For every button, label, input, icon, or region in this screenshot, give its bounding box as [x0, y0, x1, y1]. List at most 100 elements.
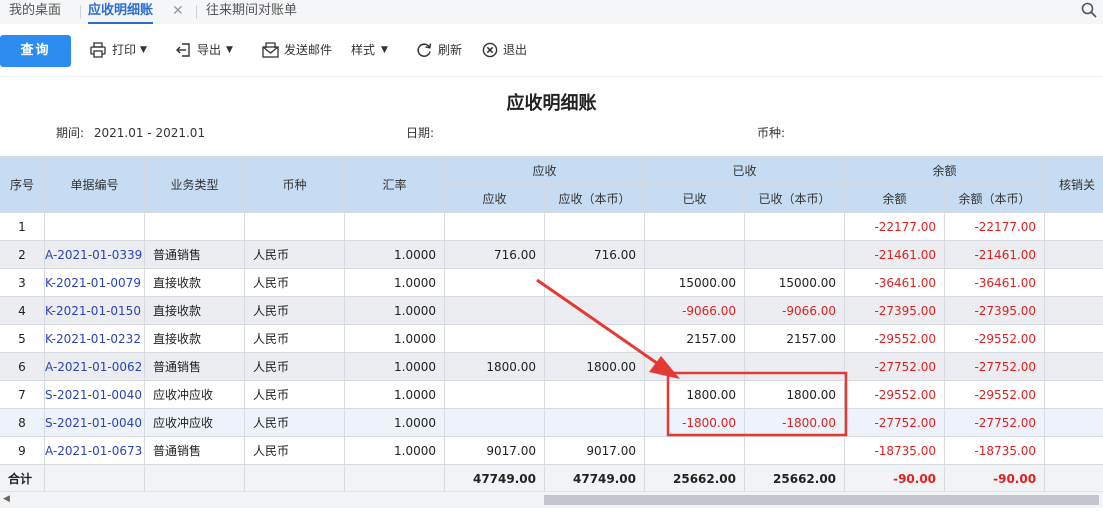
table-row[interactable]: 5 K-2021-01-0232 直接收款 人民币 1.0000 2157.00 2157.…	[0, 324, 1103, 353]
horizontal-scrollbar[interactable]: ◀	[0, 491, 1103, 508]
table-cell	[344, 464, 445, 493]
currency: 人民币	[244, 240, 345, 269]
doc-number-link[interactable]: K-2021-01-0150	[44, 296, 145, 325]
doc-number-link[interactable]: A-2021-01-0062	[44, 352, 145, 381]
table-row[interactable]: 2 A-2021-01-0339 普通销售 人民币 1.0000 716.00 716.00…	[0, 240, 1103, 269]
received	[644, 436, 746, 465]
receivable-local: 716.00	[543, 240, 646, 269]
total-label: 合计	[0, 464, 45, 493]
send-email-button[interactable]: 发送邮件	[262, 35, 337, 65]
biz-type: 直接收款	[144, 268, 245, 297]
table-row[interactable]: 3 K-2021-01-0079 直接收款 人民币 1.0000 15000.00 1500…	[0, 268, 1103, 297]
email-icon	[262, 42, 279, 58]
scrollbar-thumb[interactable]	[544, 495, 1099, 505]
receivable	[444, 380, 545, 409]
column-header-writeoff[interactable]: 核销关	[1044, 156, 1103, 213]
row-seq: 2	[0, 240, 45, 269]
tab-receivable-ledger[interactable]: 应收明细账	[88, 0, 154, 24]
query-button[interactable]: 查询	[0, 35, 71, 67]
balance-local: -18735.00	[944, 436, 1046, 465]
period-label: 期间:	[56, 126, 85, 140]
table-row[interactable]: 9 A-2021-01-0673 普通销售 人民币 1.0000 9017.00 9017.…	[0, 436, 1103, 465]
received-local	[744, 212, 846, 241]
date-label: 日期:	[406, 126, 435, 140]
balance-local: -27395.00	[944, 296, 1046, 325]
total-balance-local: -90.00	[944, 464, 1046, 493]
total-receivable: 47749.00	[444, 464, 545, 493]
table-cell	[44, 464, 145, 493]
table-cell	[1044, 380, 1103, 409]
column-header-received[interactable]: 已收	[644, 184, 746, 213]
style-dropdown[interactable]: 样式 ▼	[351, 35, 393, 65]
received-local: 1800.00	[744, 380, 846, 409]
balance-local: -29552.00	[944, 324, 1046, 353]
column-header-rate[interactable]: 汇率	[344, 156, 445, 213]
balance: -22177.00	[844, 212, 946, 241]
received-local	[744, 436, 846, 465]
tab-separator	[196, 5, 197, 19]
column-header-receivable-local[interactable]: 应收（本币）	[543, 184, 646, 213]
scroll-left-icon[interactable]: ◀	[3, 494, 10, 504]
table-row[interactable]: 4 K-2021-01-0150 直接收款 人民币 1.0000 -9066.00 -906…	[0, 296, 1103, 325]
toolbar: 查询 打印 ▼ 导出 ▼ 发送邮件 样式 ▼ 刷新 退出	[0, 24, 1103, 77]
print-button[interactable]: 打印 ▼	[90, 35, 150, 65]
receivable	[444, 212, 545, 241]
table-cell	[1044, 240, 1103, 269]
column-header-receivable[interactable]: 应收	[444, 184, 545, 213]
receivable-local	[543, 408, 646, 437]
refresh-button[interactable]: 刷新	[416, 35, 466, 65]
total-row: 合计 47749.00 47749.00 25662.00 25662.00 -…	[0, 464, 1103, 493]
receivable-local	[543, 380, 646, 409]
column-header-balance-local[interactable]: 余额（本币）	[944, 184, 1046, 213]
doc-number-link[interactable]: K-2021-01-0232	[44, 324, 145, 353]
receivable	[444, 268, 545, 297]
table-cell	[1044, 296, 1103, 325]
search-icon[interactable]	[1081, 2, 1097, 18]
table-cell	[1044, 324, 1103, 353]
exit-button[interactable]: 退出	[482, 35, 530, 65]
close-icon[interactable]: ✕	[172, 0, 184, 22]
total-received-local: 25662.00	[744, 464, 846, 493]
column-header-received-local[interactable]: 已收（本币）	[744, 184, 846, 213]
tab-period-statement[interactable]: 往来期间对账单	[206, 0, 297, 24]
table-cell	[1044, 408, 1103, 437]
column-header-biz-type[interactable]: 业务类型	[144, 156, 245, 213]
column-header-balance[interactable]: 余额	[844, 184, 946, 213]
total-receivable-local: 47749.00	[543, 464, 646, 493]
currency: 人民币	[244, 380, 345, 409]
received-local	[744, 240, 846, 269]
rate: 1.0000	[344, 240, 445, 269]
doc-number-link[interactable]: S-2021-01-0040	[44, 408, 145, 437]
doc-number-link[interactable]: A-2021-01-0673	[44, 436, 145, 465]
rate: 1.0000	[344, 324, 445, 353]
column-header-seq[interactable]: 序号	[0, 156, 45, 213]
column-header-currency[interactable]: 币种	[244, 156, 345, 213]
balance-local: -21461.00	[944, 240, 1046, 269]
receivable: 716.00	[444, 240, 545, 269]
table-body: 1 -22177.00 -22177.00 2 A-2021-01-0339 普通销售 人民…	[0, 212, 1103, 465]
doc-number-link[interactable]: A-2021-01-0339	[44, 240, 145, 269]
received	[644, 212, 746, 241]
balance: -36461.00	[844, 268, 946, 297]
table-row[interactable]: 6 A-2021-01-0062 普通销售 人民币 1.0000 1800.00 1800.…	[0, 352, 1103, 381]
currency: 人民币	[244, 352, 345, 381]
table-row[interactable]: 1 -22177.00 -22177.00	[0, 212, 1103, 241]
doc-number-link[interactable]: K-2021-01-0079	[44, 268, 145, 297]
table-row[interactable]: 8 S-2021-01-0040 应收冲应收 人民币 1.0000 -1800.00 -18…	[0, 408, 1103, 437]
table-cell	[1044, 436, 1103, 465]
export-button[interactable]: 导出 ▼	[176, 35, 238, 65]
tab-separator	[80, 5, 81, 19]
biz-type: 直接收款	[144, 296, 245, 325]
ledger-table: 序号 单据编号 业务类型 币种 汇率 应收 已收 余额 核销关 应收 应收（本币…	[0, 156, 1103, 493]
currency: 人民币	[244, 268, 345, 297]
style-label: 样式	[351, 43, 376, 57]
table-row[interactable]: 7 S-2021-01-0040 应收冲应收 人民币 1.0000 1800.00 1800…	[0, 380, 1103, 409]
column-group-balance: 余额	[844, 156, 1046, 185]
column-header-doc-no[interactable]: 单据编号	[44, 156, 145, 213]
biz-type: 直接收款	[144, 324, 245, 353]
received: -1800.00	[644, 408, 746, 437]
tab-my-desktop[interactable]: 我的桌面	[9, 0, 61, 24]
doc-number-link[interactable]: S-2021-01-0040	[44, 380, 145, 409]
refresh-icon	[417, 43, 432, 57]
chevron-down-icon: ▼	[381, 45, 388, 55]
